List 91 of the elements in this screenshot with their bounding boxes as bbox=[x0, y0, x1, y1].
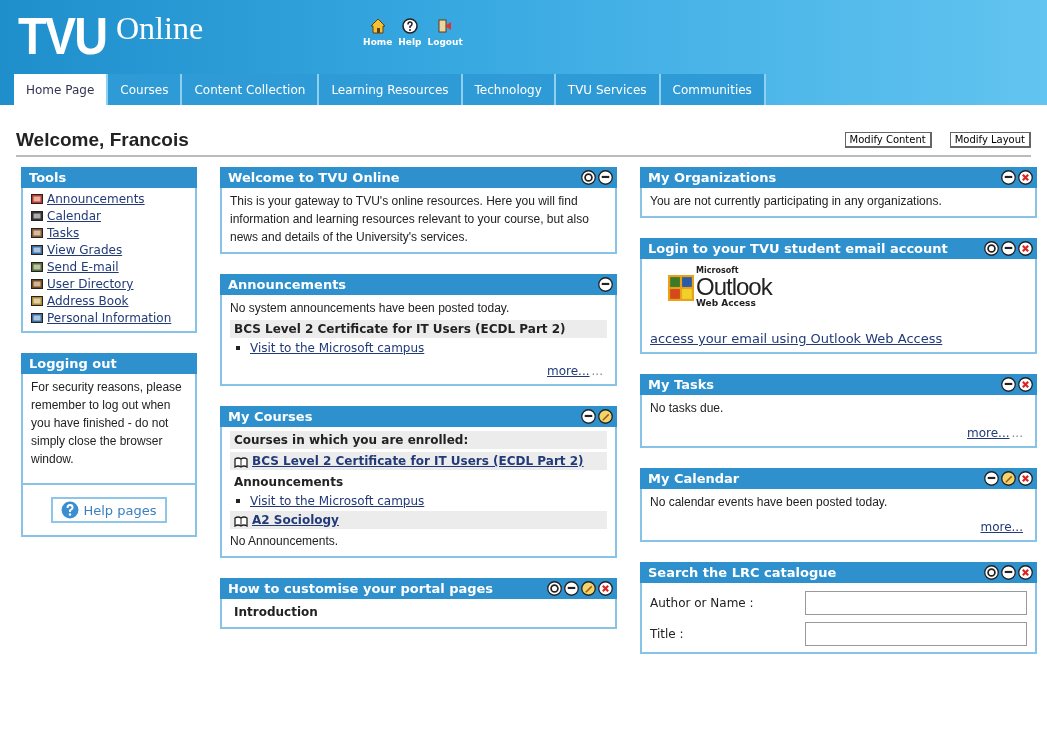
tool-icon bbox=[31, 210, 43, 222]
course-link[interactable]: A2 Sociology bbox=[252, 513, 339, 527]
close-icon[interactable] bbox=[1018, 170, 1033, 185]
close-icon[interactable] bbox=[1018, 377, 1033, 392]
refresh-icon[interactable] bbox=[984, 565, 999, 580]
section-heading: Courses in which you are enrolled: bbox=[230, 431, 607, 449]
tool-link[interactable]: User Directory bbox=[47, 277, 134, 291]
ellipsis-text: ... bbox=[591, 364, 603, 378]
tool-link[interactable]: Personal Information bbox=[47, 311, 172, 325]
minimize-icon[interactable] bbox=[1001, 565, 1016, 580]
logo-subtitle: Online bbox=[116, 9, 204, 48]
ellipsis-text: ... bbox=[1011, 426, 1023, 440]
pencil-icon[interactable] bbox=[1001, 471, 1016, 486]
help-icon bbox=[61, 501, 80, 519]
tool-link[interactable]: View Grades bbox=[47, 243, 123, 257]
email-link[interactable]: access your email using Outlook Web Access bbox=[650, 331, 1027, 346]
tool-link[interactable]: Send E-mail bbox=[47, 260, 119, 274]
panel-title: Search the LRC catalogue bbox=[648, 565, 837, 580]
panel-title: Welcome to TVU Online bbox=[228, 170, 400, 185]
more-link[interactable]: more... bbox=[547, 364, 590, 378]
close-icon[interactable] bbox=[1018, 471, 1033, 486]
minimize-icon[interactable] bbox=[1001, 377, 1016, 392]
bullet-icon bbox=[236, 499, 240, 503]
body-text: For security reasons, please remember to log out when you have finished - do not simply close the browser window. bbox=[31, 379, 183, 468]
minimize-icon[interactable] bbox=[564, 581, 579, 596]
panel-title: My Courses bbox=[228, 409, 313, 424]
body-text: No system announcements have been posted today. bbox=[230, 300, 511, 317]
tool-icon bbox=[31, 227, 43, 239]
announcement-link[interactable]: Visit to the Microsoft campus bbox=[250, 494, 425, 508]
help-button[interactable]: Help pages bbox=[51, 497, 167, 523]
panel-title: Announcements bbox=[228, 277, 347, 292]
book-icon bbox=[234, 516, 248, 527]
field-label: Author or Name : bbox=[650, 596, 754, 610]
panel-title: Login to your TVU student email account bbox=[648, 241, 948, 256]
panel-title: How to customise your portal pages bbox=[228, 581, 494, 596]
section-heading: Announcements bbox=[233, 474, 345, 491]
input-field[interactable] bbox=[805, 622, 1027, 646]
close-icon[interactable] bbox=[598, 581, 613, 596]
pencil-icon[interactable] bbox=[598, 409, 613, 424]
input-field[interactable] bbox=[805, 591, 1027, 615]
tool-link[interactable]: Address Book bbox=[47, 294, 129, 308]
logo-text: Web Access bbox=[696, 299, 757, 308]
section-heading: Introduction bbox=[233, 604, 319, 621]
tool-icon bbox=[31, 193, 43, 205]
bullet-icon bbox=[236, 346, 240, 350]
tool-link[interactable]: Tasks bbox=[47, 226, 80, 240]
refresh-icon[interactable] bbox=[984, 241, 999, 256]
close-icon[interactable] bbox=[1018, 565, 1033, 580]
tool-icon bbox=[31, 261, 43, 273]
refresh-icon[interactable] bbox=[581, 170, 596, 185]
more-link[interactable]: more... bbox=[980, 520, 1023, 534]
modify-button[interactable]: Modify Layout bbox=[949, 132, 1031, 148]
panel-title: My Tasks bbox=[648, 377, 715, 392]
panel-title: Tools bbox=[29, 170, 67, 185]
body-text: No tasks due. bbox=[650, 400, 725, 417]
logo-text: Microsoft bbox=[696, 267, 740, 275]
tool-link[interactable]: Calendar bbox=[47, 209, 101, 223]
field-label: Title : bbox=[650, 627, 684, 641]
body-text: No Announcements. bbox=[230, 533, 340, 550]
pencil-icon[interactable] bbox=[581, 581, 596, 596]
announcement-link[interactable]: Visit to the Microsoft campus bbox=[250, 341, 425, 355]
welcome-heading: Welcome, Francois bbox=[16, 129, 189, 151]
help-icon bbox=[401, 18, 418, 34]
tool-link[interactable]: Announcements bbox=[47, 192, 145, 206]
book-icon bbox=[234, 457, 248, 468]
section-heading: BCS Level 2 Certificate for IT Users (ECDL Part 2) bbox=[230, 320, 607, 338]
refresh-icon[interactable] bbox=[547, 581, 562, 596]
minimize-icon[interactable] bbox=[598, 170, 613, 185]
panel-title: My Calendar bbox=[648, 471, 740, 486]
tool-icon bbox=[31, 295, 43, 307]
logo-text: Outlook bbox=[696, 275, 772, 299]
minimize-icon[interactable] bbox=[581, 409, 596, 424]
panel-title: Logging out bbox=[29, 356, 117, 371]
minimize-icon[interactable] bbox=[598, 277, 613, 292]
outlook-icon bbox=[668, 274, 694, 301]
modify-button[interactable]: Modify Content bbox=[844, 132, 932, 148]
panel-title: My Organizations bbox=[648, 170, 777, 185]
door-arrow-icon bbox=[437, 18, 454, 34]
minimize-icon[interactable] bbox=[1001, 170, 1016, 185]
minimize-icon[interactable] bbox=[984, 471, 999, 486]
tool-icon bbox=[31, 244, 43, 256]
body-text: This is your gateway to TVU's online resources. Here you will find information and learning resources relevant to your course, but also news and details of the University's services. bbox=[230, 193, 590, 246]
minimize-icon[interactable] bbox=[1001, 241, 1016, 256]
tool-icon bbox=[31, 312, 43, 324]
body-text: No calendar events have been posted today. bbox=[650, 494, 889, 511]
body-text: You are not currently participating in any organizations. bbox=[650, 193, 943, 210]
close-icon[interactable] bbox=[1018, 241, 1033, 256]
tool-icon bbox=[31, 278, 43, 290]
nav-tab[interactable]: Home Page bbox=[14, 74, 109, 105]
house-icon bbox=[369, 18, 386, 34]
more-link[interactable]: more... bbox=[967, 426, 1010, 440]
